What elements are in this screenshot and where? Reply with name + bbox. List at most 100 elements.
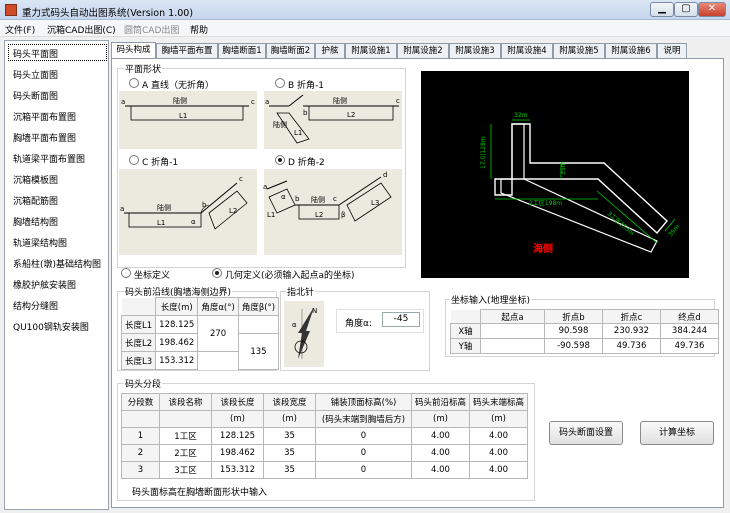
seg-1-length[interactable]: 128.125 <box>211 427 264 445</box>
menu-help[interactable]: 帮助 <box>190 23 208 36</box>
section-settings-button[interactable]: 码头断面设置 <box>549 421 623 445</box>
maximize-button[interactable]: ▢ <box>674 2 698 17</box>
nav-item-rail-beam-layout[interactable]: 轨道梁平面布置图 <box>13 152 85 165</box>
menu-caisson-cad[interactable]: 沉箱CAD出图(C) <box>47 23 116 36</box>
nav-item-rail-install[interactable]: QU100钢轨安装图 <box>13 320 89 333</box>
tab-facility-3[interactable]: 附属设施3 <box>449 43 501 59</box>
seg-1-front-elev[interactable]: 4.00 <box>410 427 471 445</box>
shape-b-label: B 折角-1 <box>288 81 325 91</box>
beta-cell[interactable]: 135 <box>237 333 280 370</box>
diag-d-a: a <box>263 183 267 191</box>
nav-item-caisson-rebar[interactable]: 沉箱配筋图 <box>13 194 58 207</box>
menu-file[interactable]: 文件(F) <box>5 23 35 36</box>
seg-hdr-count: 分段数 <box>121 393 160 411</box>
tab-facility-5[interactable]: 附属设施5 <box>553 43 605 59</box>
seg-2-end-elev[interactable]: 4.00 <box>469 444 529 462</box>
shape-c-label: C 折角-1 <box>142 158 179 168</box>
tab-notes[interactable]: 说明 <box>657 43 687 59</box>
minimize-button[interactable]: ▁ <box>650 2 674 17</box>
seg-2-width[interactable]: 35 <box>263 444 316 462</box>
north-angle-input[interactable]: -45 <box>382 312 420 327</box>
diag-c-a: a <box>120 205 124 213</box>
seg-hdr2-end-unit: (m) <box>469 410 529 428</box>
x-a-cell[interactable] <box>480 323 545 339</box>
nav-item-breastwall-structure[interactable]: 胸墙结构图 <box>13 215 58 228</box>
seg-2-index: 2 <box>121 444 160 462</box>
nav-item-breastwall-layout[interactable]: 胸墙平面布置图 <box>13 131 76 144</box>
nav-item-wharf-plan[interactable]: 码头平面图 <box>13 47 58 60</box>
nav-item-caisson-layout[interactable]: 沉箱平面布置图 <box>13 110 76 123</box>
sea-side-label: 海侧 <box>533 242 553 255</box>
tab-facility-4[interactable]: 附属设施4 <box>501 43 553 59</box>
seg-1-width[interactable]: 35 <box>263 427 316 445</box>
diag-b-L1: L1 <box>294 129 302 137</box>
tab-breastwall-section-2[interactable]: 胸墙断面2 <box>266 43 315 59</box>
shape-d-radio[interactable] <box>275 155 285 165</box>
diag-c-L2: L2 <box>229 207 237 215</box>
diag-d-d: d <box>383 171 387 179</box>
diag-c-c: c <box>239 175 243 183</box>
calc-coords-button[interactable]: 计算坐标 <box>640 421 714 445</box>
seg-hdr-name: 该段名称 <box>159 393 212 411</box>
diag-d-alpha: α <box>281 193 286 201</box>
diag-b-b: b <box>303 109 308 117</box>
tab-facility-2[interactable]: 附属设施2 <box>397 43 449 59</box>
diag-b-lu2: 陆侧 <box>333 96 347 105</box>
seg-1-paving[interactable]: 0 <box>315 427 412 445</box>
seg-2-length[interactable]: 198.462 <box>211 444 264 462</box>
seg-3-width[interactable]: 35 <box>263 461 316 479</box>
tab-content: 平面形状 A 直线（无折角） B 折角-1 C 折角-1 D 折角-2 陆侧 L… <box>111 58 724 508</box>
tab-fender[interactable]: 护舷 <box>315 43 345 59</box>
length-L2-cell[interactable]: 198.462 <box>155 333 199 352</box>
menu-bar: 文件(F) 沉箱CAD出图(C) 圆筒CAD出图 帮助 <box>0 20 730 37</box>
table-row: 3 3工区 153.312 35 0 4.00 4.00 <box>121 461 529 479</box>
diag-d-b: b <box>295 195 300 203</box>
nav-item-rail-beam-structure[interactable]: 轨道梁结构图 <box>13 236 67 249</box>
tab-breastwall-section-1[interactable]: 胸墙断面1 <box>218 43 266 59</box>
nav-item-joints[interactable]: 结构分缝图 <box>13 299 58 312</box>
seg-1-index: 1 <box>121 427 160 445</box>
seg-1-end-elev[interactable]: 4.00 <box>469 427 529 445</box>
seg-hdr2-count <box>121 410 160 428</box>
shape-b-radio[interactable] <box>275 78 285 88</box>
geom-define-radio[interactable] <box>212 268 222 278</box>
seg-1-name[interactable]: 1工区 <box>159 427 212 445</box>
length-L3-cell[interactable]: 153.312 <box>155 351 199 370</box>
seg-hdr-paving: 铺装顶面标高(%) <box>315 393 412 411</box>
seg-2-paving[interactable]: 0 <box>315 444 412 462</box>
seg-3-end-elev[interactable]: 4.00 <box>469 461 529 479</box>
tab-wharf-composition[interactable]: 码头构成 <box>111 42 156 59</box>
tab-facility-6[interactable]: 附属设施6 <box>605 43 657 59</box>
shape-a-label: A 直线（无折角） <box>142 81 215 91</box>
seg-2-front-elev[interactable]: 4.00 <box>410 444 471 462</box>
menu-cylinder-cad[interactable]: 圆筒CAD出图 <box>124 23 179 36</box>
coord-define-radio[interactable] <box>121 268 131 278</box>
seg-2-name[interactable]: 2工区 <box>159 444 212 462</box>
shape-a-radio[interactable] <box>129 78 139 88</box>
diag-c-L1: L1 <box>157 219 165 227</box>
shape-c-radio[interactable] <box>129 155 139 165</box>
alpha-cell[interactable]: 270 <box>197 315 239 352</box>
close-button[interactable]: ✕ <box>698 2 726 17</box>
seg-3-front-elev[interactable]: 4.00 <box>410 461 471 479</box>
north-alpha: α <box>292 321 297 329</box>
diag-d-L2: L2 <box>315 211 323 219</box>
geom-define-label: 几何定义(必须输入起点a的坐标) <box>225 271 355 281</box>
nav-item-wharf-elevation[interactable]: 码头立面图 <box>13 68 58 81</box>
nav-item-fender-install[interactable]: 橡胶护舷安装图 <box>13 278 76 291</box>
nav-item-caisson-formwork[interactable]: 沉箱模板图 <box>13 173 58 186</box>
y-a-cell[interactable] <box>480 338 545 354</box>
seg-3-length[interactable]: 153.312 <box>211 461 264 479</box>
seg-3-paving[interactable]: 0 <box>315 461 412 479</box>
row-label-L3: 长度L3 <box>120 351 157 370</box>
length-L1-cell[interactable]: 128.125 <box>155 315 199 334</box>
diag-d-lu: 陆侧 <box>311 195 325 204</box>
tab-facility-1[interactable]: 附属设施1 <box>345 43 397 59</box>
hdr-bend-b: 折点b <box>544 309 603 324</box>
tab-breastwall-layout[interactable]: 胸墙平面布置 <box>156 43 218 59</box>
seg-3-name[interactable]: 3工区 <box>159 461 212 479</box>
north-N: N <box>312 307 317 315</box>
seg-hdr2-length-unit: (m) <box>211 410 264 428</box>
nav-item-wharf-section[interactable]: 码头断面图 <box>13 89 58 102</box>
nav-item-bollard-foundation[interactable]: 系船柱(墩)基础结构图 <box>13 257 101 270</box>
